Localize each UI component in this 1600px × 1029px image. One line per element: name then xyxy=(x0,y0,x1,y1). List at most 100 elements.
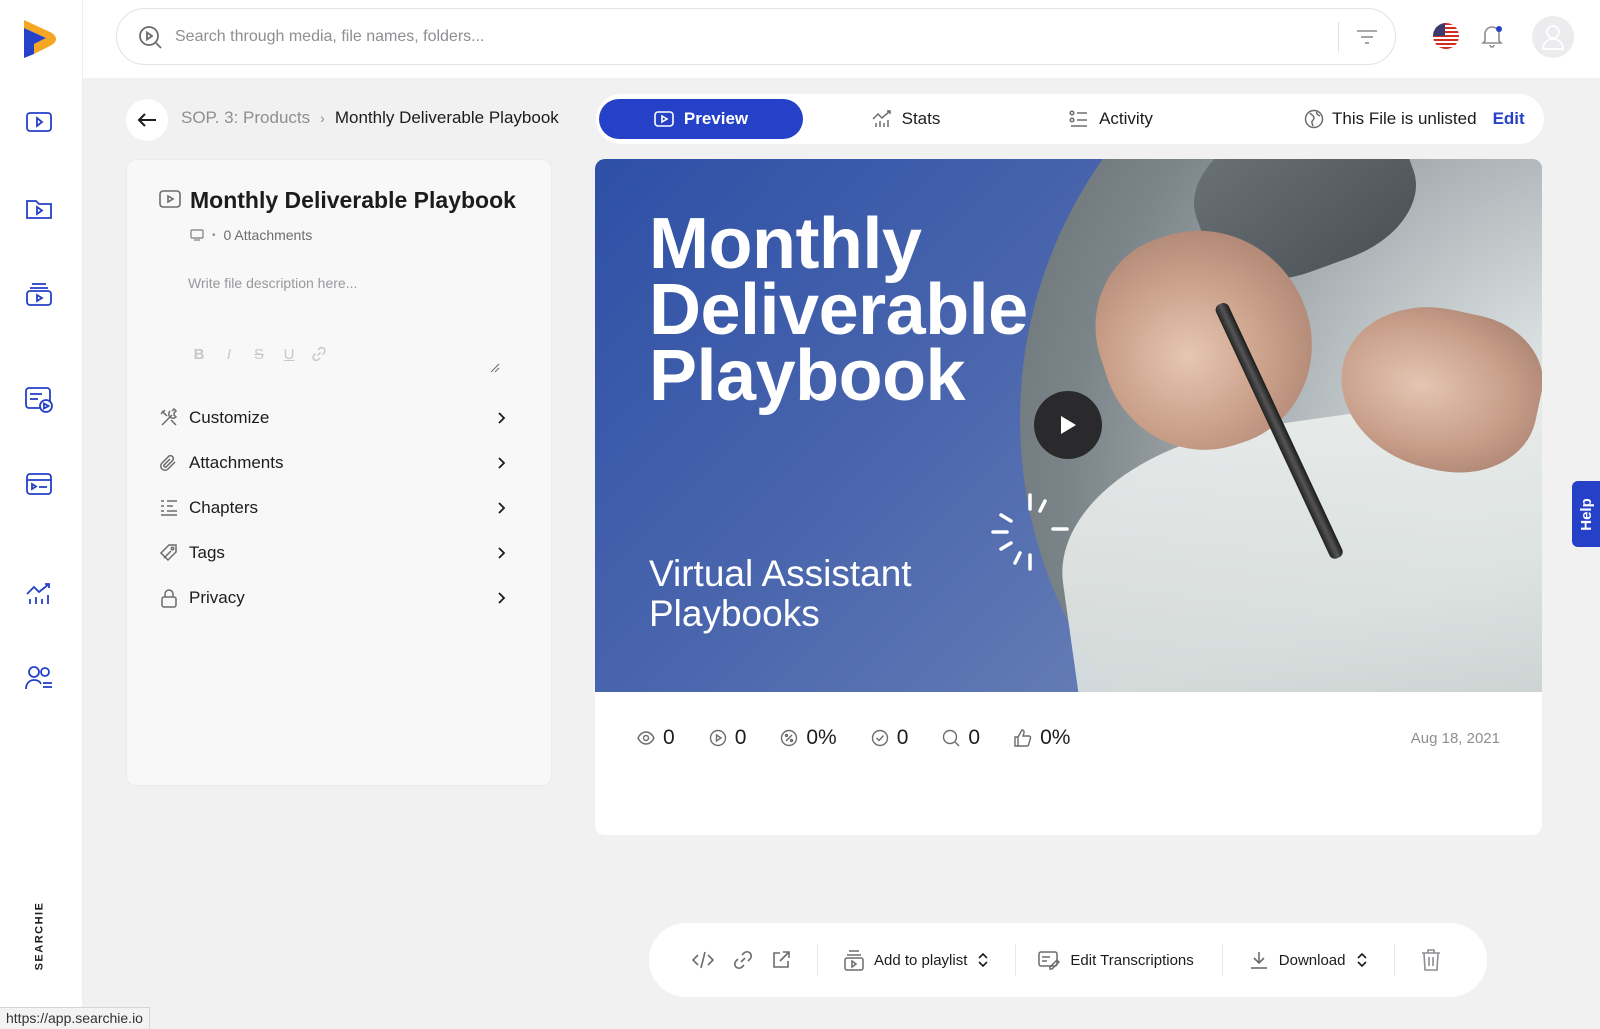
edit-visibility-link[interactable]: Edit xyxy=(1493,109,1525,129)
paperclip-icon xyxy=(159,453,179,473)
back-button[interactable] xyxy=(126,99,168,141)
chevron-right-icon xyxy=(498,502,506,514)
link-icon[interactable] xyxy=(311,346,327,366)
menu-item-tags[interactable]: Tags xyxy=(159,536,509,570)
members-icon[interactable] xyxy=(24,664,54,692)
hubs-icon[interactable] xyxy=(24,386,54,414)
open-external-icon[interactable] xyxy=(767,946,795,974)
folders-icon[interactable] xyxy=(24,194,54,222)
toolbar-divider xyxy=(1393,944,1395,976)
strikethrough-button[interactable]: S xyxy=(251,346,267,366)
top-bar xyxy=(83,0,1600,78)
unlisted-label: This File is unlisted xyxy=(1332,109,1477,128)
embed-code-icon[interactable] xyxy=(689,946,717,974)
underline-button[interactable]: U xyxy=(281,346,297,366)
breadcrumb-parent[interactable]: SOP. 3: Products xyxy=(181,108,310,128)
playlists-icon[interactable] xyxy=(24,280,54,308)
chevron-right-icon xyxy=(498,457,506,469)
broadcast-icon[interactable] xyxy=(24,470,54,498)
transcription-icon xyxy=(1038,951,1061,970)
file-details-panel: Monthly Deliverable Playbook • 0 Attachm… xyxy=(126,159,552,786)
tab-preview[interactable]: Preview xyxy=(599,99,803,139)
playlist-icon xyxy=(844,950,864,971)
play-icon xyxy=(1061,416,1076,434)
view-tabs: Preview Stats Activity This File is unli… xyxy=(596,94,1544,144)
bold-button[interactable]: B xyxy=(191,346,207,366)
video-stats-row: 0 0 0% 0 0 0% xyxy=(637,726,1104,750)
thumbnail-title: Monthly Deliverable Playbook xyxy=(649,204,1028,416)
notifications-bell-icon[interactable] xyxy=(1479,23,1505,49)
chapters-icon xyxy=(159,498,179,518)
completed-icon xyxy=(871,729,888,747)
search-icon xyxy=(139,25,162,49)
tab-stats[interactable]: Stats xyxy=(816,99,996,139)
tab-activity[interactable]: Activity xyxy=(1016,99,1206,139)
stat-search-hits: 0 xyxy=(942,726,980,750)
lock-icon xyxy=(159,588,179,608)
breadcrumb-current: Monthly Deliverable Playbook xyxy=(334,108,559,127)
left-rail: SEARCHIE xyxy=(0,0,83,1029)
thumbs-up-icon xyxy=(1014,729,1032,747)
analytics-icon[interactable] xyxy=(24,580,54,608)
delete-trash-icon[interactable] xyxy=(1417,946,1445,974)
toolbar-divider xyxy=(1015,944,1017,976)
attachments-count: 0 Attachments xyxy=(223,227,313,243)
status-bar-url: https://app.searchie.io xyxy=(0,1007,150,1029)
thumbnail-subtitle: Virtual Assistant Playbooks xyxy=(649,553,912,634)
preview-icon xyxy=(654,111,674,127)
format-toolbar: B I S U xyxy=(191,346,327,366)
search-bar xyxy=(116,8,1396,65)
stat-completion-rate: 0% xyxy=(780,726,837,750)
activity-icon xyxy=(1069,110,1088,127)
tag-icon xyxy=(159,543,179,563)
italic-button[interactable]: I xyxy=(221,346,237,366)
filter-icon[interactable] xyxy=(1339,17,1395,57)
bottom-action-toolbar: Add to playlist Edit Transcriptions Down… xyxy=(649,923,1487,997)
help-tab[interactable]: Help xyxy=(1572,481,1600,547)
brand-wordmark: SEARCHIE xyxy=(33,901,45,971)
stat-views: 0 xyxy=(637,726,675,750)
video-card: Monthly Deliverable Playbook Virtual Ass… xyxy=(595,159,1542,835)
breadcrumb-separator-icon: › xyxy=(320,110,325,126)
download-button[interactable]: Download xyxy=(1249,950,1368,970)
chevron-right-icon xyxy=(498,592,506,604)
edit-transcriptions-button[interactable]: Edit Transcriptions xyxy=(1038,950,1194,970)
percent-icon xyxy=(781,729,798,747)
toolbar-divider xyxy=(817,944,818,976)
download-icon xyxy=(1250,952,1267,969)
arrow-left-icon xyxy=(137,113,156,127)
us-flag-icon[interactable] xyxy=(1433,23,1459,49)
stat-plays: 0 xyxy=(709,726,746,750)
menu-item-privacy[interactable]: Privacy xyxy=(159,581,509,615)
visibility-status: This File is unlisted Edit xyxy=(1304,109,1525,129)
video-file-icon xyxy=(159,190,181,208)
menu-item-customize[interactable]: Customize xyxy=(159,401,509,435)
loading-spinner-icon xyxy=(991,493,1069,571)
play-button[interactable] xyxy=(1034,391,1102,459)
video-thumbnail[interactable]: Monthly Deliverable Playbook Virtual Ass… xyxy=(595,159,1542,692)
plays-icon xyxy=(709,729,726,747)
menu-item-attachments[interactable]: Attachments xyxy=(159,446,509,480)
video-library-icon[interactable] xyxy=(24,108,54,136)
search-hits-icon xyxy=(943,729,960,747)
file-meta: • 0 Attachments xyxy=(190,227,312,243)
user-icon xyxy=(1542,25,1564,50)
chevron-up-down-icon xyxy=(1356,952,1367,968)
meta-separator: • xyxy=(212,229,216,241)
searchie-logo-icon[interactable] xyxy=(20,16,60,58)
stat-likes: 0% xyxy=(1014,726,1070,750)
resize-handle-icon[interactable] xyxy=(490,363,500,373)
customize-icon xyxy=(159,408,179,428)
user-avatar[interactable] xyxy=(1532,16,1574,58)
stats-icon xyxy=(872,110,891,127)
add-to-playlist-button[interactable]: Add to playlist xyxy=(844,949,989,971)
upload-date: Aug 18, 2021 xyxy=(1410,730,1500,747)
chevron-up-down-icon xyxy=(978,952,988,968)
breadcrumb: SOP. 3: Products › Monthly Deliverable P… xyxy=(181,108,559,128)
file-title[interactable]: Monthly Deliverable Playbook xyxy=(190,187,516,214)
copy-link-icon[interactable] xyxy=(729,946,757,974)
search-input[interactable] xyxy=(175,27,1338,46)
menu-item-chapters[interactable]: Chapters xyxy=(159,491,509,525)
stat-completed: 0 xyxy=(871,726,908,750)
views-icon xyxy=(637,731,655,745)
